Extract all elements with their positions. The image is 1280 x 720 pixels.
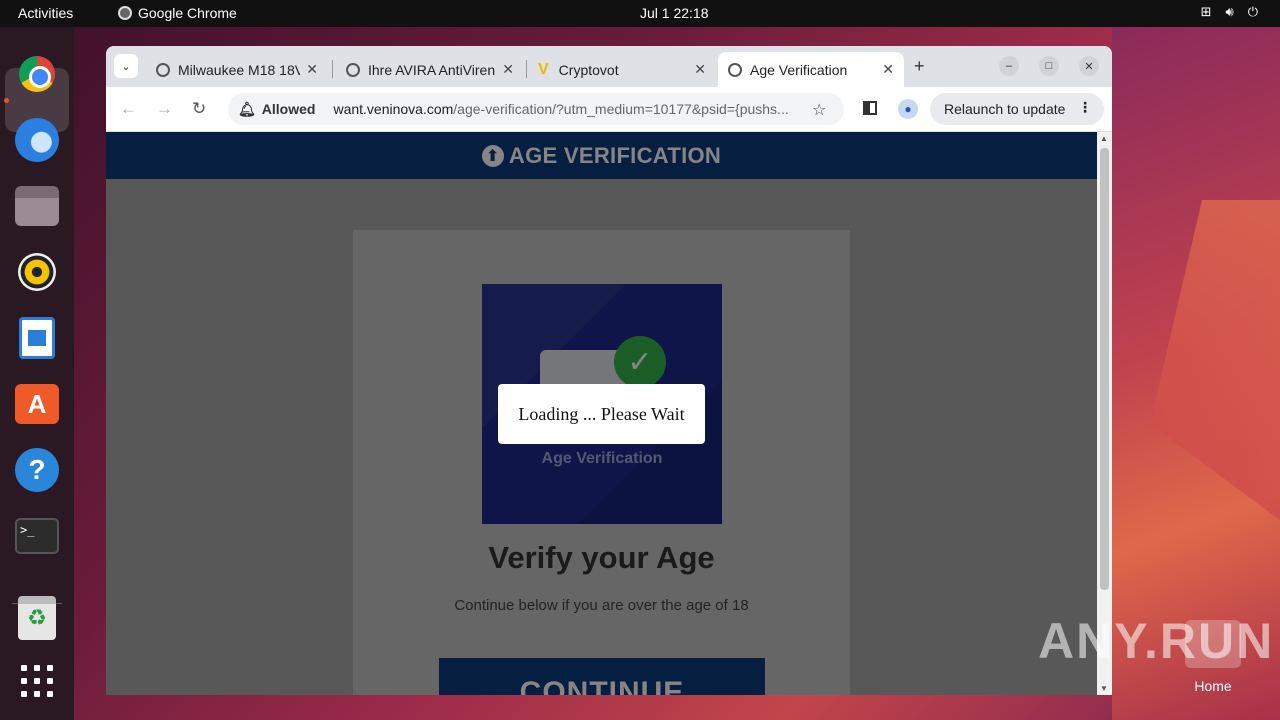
- terminal-icon: >_: [15, 518, 59, 554]
- profile-avatar-icon[interactable]: ●: [898, 99, 918, 119]
- close-icon[interactable]: ✕: [502, 61, 514, 78]
- browser-window: ⌄ Milwaukee M18 18V ✕ Ihre AVIRA AntiVir…: [106, 46, 1112, 695]
- thunderbird-icon: [15, 118, 59, 162]
- maximize-icon: □: [1045, 60, 1053, 72]
- writer-icon: [19, 317, 55, 359]
- reload-button[interactable]: ↻: [192, 99, 206, 119]
- tab-title: Milwaukee M18 18V: [178, 61, 301, 78]
- forward-button[interactable]: →: [156, 99, 173, 119]
- tab-title: Cryptovot: [558, 61, 619, 78]
- browser-toolbar: ← → ↻ 🔔︎ Allowed want.veninova.com/age-v…: [106, 87, 1112, 132]
- side-panel-icon[interactable]: [863, 101, 877, 115]
- close-window-button[interactable]: ✕: [1079, 56, 1099, 76]
- reload-icon: ↻: [192, 99, 207, 118]
- help-icon: ?: [15, 448, 59, 492]
- dock-writer[interactable]: [13, 314, 61, 362]
- watermark-logo: ANY.RUN: [1038, 613, 1275, 669]
- dock-show-apps[interactable]: [13, 657, 61, 705]
- dock: A ? >_ ♻: [0, 27, 74, 720]
- close-icon[interactable]: ✕: [306, 61, 318, 78]
- dock-trash[interactable]: ♻: [13, 594, 61, 642]
- power-icon: ⏻: [1247, 4, 1258, 19]
- loading-modal: Loading ... Please Wait: [498, 384, 705, 444]
- volume-icon: 🔊︎: [1225, 4, 1234, 19]
- globe-icon: [346, 62, 360, 77]
- page-viewport: ⬆ AGE VERIFICATION ✓ Age Verification Ve…: [106, 132, 1097, 695]
- new-tab-button[interactable]: +: [914, 56, 925, 77]
- grid-icon: [19, 663, 55, 699]
- page-scrollbar[interactable]: ▲ ▼: [1097, 132, 1112, 695]
- dock-help[interactable]: ?: [13, 446, 61, 494]
- activities-button[interactable]: Activities: [18, 5, 73, 21]
- bell-icon: 🔔︎: [238, 100, 256, 117]
- tab-avira[interactable]: Ihre AVIRA AntiViren ✕: [336, 52, 524, 87]
- arrow-left-icon: ←: [120, 99, 137, 118]
- close-icon[interactable]: ✕: [882, 61, 894, 78]
- globe-icon: [156, 62, 170, 77]
- scrollbar-thumb[interactable]: [1100, 148, 1109, 590]
- app-menu[interactable]: Google Chrome: [118, 5, 237, 21]
- arrow-right-icon: →: [156, 99, 173, 118]
- close-icon[interactable]: ✕: [694, 61, 706, 78]
- home-folder-label: Home: [1194, 678, 1232, 694]
- url-text[interactable]: want.veninova.com/age-verification/?utm_…: [333, 101, 803, 117]
- top-bar: Activities Google Chrome Jul 1 22:18 ⊞ 🔊…: [0, 0, 1280, 27]
- tab-milwaukee[interactable]: Milwaukee M18 18V ✕: [146, 52, 328, 87]
- cryptovot-icon: V: [538, 60, 549, 78]
- app-center-icon: A: [15, 384, 59, 424]
- scroll-up-icon[interactable]: ▲: [1100, 134, 1108, 143]
- url-host: want.veninova.com: [333, 101, 454, 117]
- tab-age-verification[interactable]: Age Verification ✕: [718, 52, 904, 87]
- dock-files[interactable]: [13, 182, 61, 230]
- files-icon: [15, 186, 59, 226]
- url-path: /age-verification/?utm_medium=10177&psid…: [453, 101, 789, 117]
- close-icon: ✕: [1084, 60, 1094, 73]
- chrome-icon: [19, 56, 55, 92]
- minimize-button[interactable]: –: [999, 56, 1019, 76]
- clock[interactable]: Jul 1 22:18: [640, 5, 709, 21]
- app-name: Google Chrome: [138, 5, 237, 21]
- tab-title: Ihre AVIRA AntiViren: [368, 61, 496, 78]
- bookmark-star-icon[interactable]: ☆: [812, 100, 826, 120]
- loading-text: Loading ... Please Wait: [518, 403, 685, 424]
- address-bar[interactable]: 🔔︎ Allowed want.veninova.com/age-verific…: [228, 93, 844, 125]
- dock-terminal[interactable]: >_: [13, 512, 61, 560]
- trash-icon: ♻: [18, 596, 56, 640]
- maximize-button[interactable]: □: [1039, 56, 1059, 76]
- minimize-icon: –: [1005, 60, 1013, 72]
- tab-strip: ⌄ Milwaukee M18 18V ✕ Ihre AVIRA AntiVir…: [106, 46, 1112, 87]
- system-tray[interactable]: ⊞ 🔊︎ ⏻: [1201, 4, 1258, 20]
- tab-separator: [332, 60, 333, 78]
- relaunch-label: Relaunch to update: [944, 101, 1066, 117]
- dock-app-center[interactable]: A: [13, 380, 61, 428]
- tab-title: Age Verification: [750, 61, 848, 78]
- rhythmbox-icon: [18, 253, 56, 291]
- chevron-down-icon: ⌄: [121, 60, 131, 73]
- dock-chrome[interactable]: [13, 50, 61, 98]
- tab-cryptovot[interactable]: V Cryptovot ✕: [528, 52, 716, 87]
- scroll-down-icon[interactable]: ▼: [1100, 684, 1108, 693]
- dock-thunderbird[interactable]: [13, 116, 61, 164]
- site-permission-chip[interactable]: 🔔︎ Allowed: [238, 101, 315, 118]
- more-menu-icon[interactable]: ⋮: [1078, 99, 1092, 116]
- tab-separator: [526, 60, 527, 78]
- back-button[interactable]: ←: [120, 99, 137, 119]
- globe-icon: [728, 62, 742, 77]
- permission-label: Allowed: [261, 101, 316, 117]
- running-indicator: [4, 98, 9, 103]
- network-icon: ⊞: [1200, 4, 1212, 19]
- chrome-icon: [118, 6, 132, 20]
- dock-rhythmbox[interactable]: [13, 248, 61, 296]
- tab-search-button[interactable]: ⌄: [114, 54, 138, 78]
- relaunch-update-button[interactable]: Relaunch to update ⋮: [930, 93, 1104, 125]
